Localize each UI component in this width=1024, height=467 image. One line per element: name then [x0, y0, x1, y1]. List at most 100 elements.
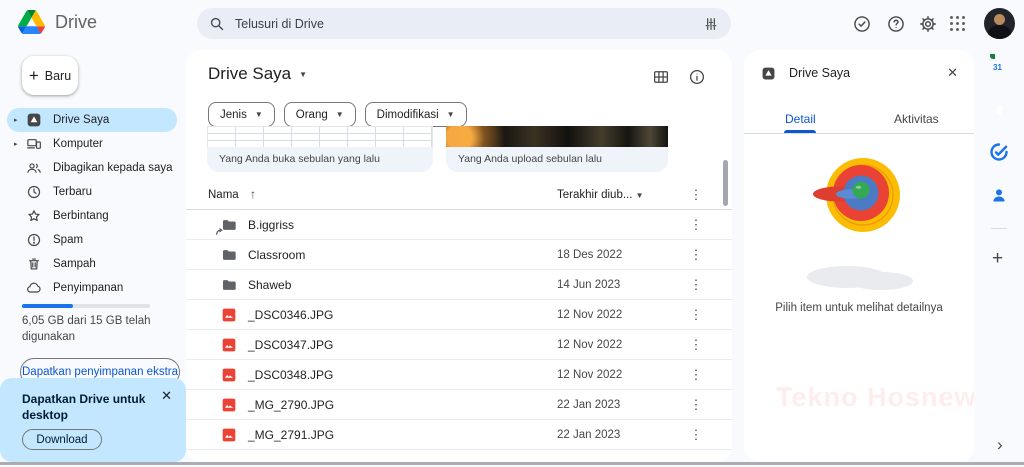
- chevron-down-icon: ▼: [336, 110, 344, 119]
- sidebar-item-komputer[interactable]: ▸ Komputer: [7, 132, 177, 156]
- settings-gear-icon[interactable]: [918, 14, 938, 34]
- divider: [991, 228, 1007, 229]
- chip-label: Dimodifikasi: [377, 109, 439, 121]
- sidebar-item-berbintang[interactable]: ▸ Berbintang: [7, 204, 177, 228]
- suggestion-card-opened[interactable]: Yang Anda buka sebulan yang lalu: [207, 126, 433, 172]
- file-name: _DSC0346.JPG: [248, 300, 333, 330]
- tab-detail[interactable]: Detail: [785, 112, 816, 126]
- more-options-icon[interactable]: ⋮: [689, 300, 703, 330]
- offline-status-icon[interactable]: [852, 14, 872, 34]
- sidebar-item-label: Spam: [53, 234, 83, 246]
- column-header-name[interactable]: Nama: [208, 180, 239, 210]
- storage-progress-fill: [22, 304, 73, 308]
- table-row[interactable]: _DSC0347.JPG 12 Nov 2022 ⋮: [186, 330, 732, 360]
- column-header-modified[interactable]: Terakhir diub... ▼: [557, 180, 644, 210]
- filter-chip-orang[interactable]: Orang ▼: [284, 102, 356, 127]
- image-file-icon: [221, 367, 237, 383]
- filter-chips: Jenis ▼ Orang ▼ Dimodifikasi ▼: [208, 102, 467, 127]
- more-options-icon[interactable]: ⋮: [689, 420, 703, 450]
- recent-clock-icon: [26, 184, 42, 200]
- sidebar-item-terbaru[interactable]: ▸ Terbaru: [7, 180, 177, 204]
- file-modified-date: 12 Nov 2022: [557, 300, 622, 330]
- chevron-down-icon: ▼: [255, 110, 263, 119]
- chevron-down-icon: ▼: [299, 70, 307, 79]
- close-icon[interactable]: ✕: [947, 65, 958, 81]
- sidebar-nav: ▸ Drive Saya ▸ Komputer ▸: [0, 108, 186, 300]
- filter-chip-jenis[interactable]: Jenis ▼: [208, 102, 275, 127]
- sidebar-item-sampah[interactable]: ▸ Sampah: [7, 252, 177, 276]
- account-avatar[interactable]: [984, 8, 1015, 39]
- sidebar-item-dibagikan[interactable]: ▸ Dibagikan kepada saya: [7, 156, 177, 180]
- search-bar[interactable]: [197, 8, 731, 39]
- empty-state-illustration: [811, 153, 907, 245]
- more-options-icon[interactable]: ⋮: [689, 330, 703, 360]
- table-row[interactable]: _MG_2790.JPG 22 Jan 2023 ⋮: [186, 390, 732, 420]
- file-modified-date: 22 Jan 2023: [557, 420, 620, 450]
- google-apps-icon[interactable]: [950, 16, 966, 32]
- download-button[interactable]: Download: [22, 429, 102, 450]
- more-options-icon[interactable]: ⋮: [689, 360, 703, 390]
- sidebar-item-drive-saya[interactable]: ▸ Drive Saya: [7, 108, 177, 132]
- drive-logo[interactable]: Drive: [18, 10, 97, 34]
- search-options-icon[interactable]: [703, 16, 719, 32]
- tasks-icon[interactable]: [990, 143, 1008, 161]
- file-name: _MG_2790.JPG: [248, 390, 334, 420]
- table-row[interactable]: _DSC0348.JPG 12 Nov 2022 ⋮: [186, 360, 732, 390]
- table-row[interactable]: _MG_2791.JPG 22 Jan 2023 ⋮: [186, 420, 732, 450]
- info-icon[interactable]: [688, 68, 706, 86]
- sidebar-item-label: Dibagikan kepada saya: [53, 162, 173, 174]
- image-file-icon: [221, 307, 237, 323]
- table-row[interactable]: Classroom 18 Des 2022 ⋮: [186, 240, 732, 270]
- add-addon-icon[interactable]: +: [992, 248, 1003, 270]
- page-title-text: Drive Saya: [208, 64, 291, 84]
- suggestion-card-uploaded[interactable]: Yang Anda upload sebulan lalu: [446, 126, 668, 172]
- search-icon: [209, 16, 225, 32]
- more-options-icon[interactable]: ⋮: [689, 390, 703, 420]
- scrollbar-thumb[interactable]: [723, 160, 728, 206]
- file-modified-date: 14 Jun 2023: [557, 270, 620, 300]
- page-title[interactable]: Drive Saya ▼: [208, 64, 307, 84]
- search-input[interactable]: [235, 17, 693, 31]
- file-modified-date: 18 Des 2022: [557, 240, 622, 270]
- promo-title: Dapatkan Drive untuk desktop: [22, 391, 146, 423]
- details-tabs: Detail Aktivitas: [744, 112, 974, 134]
- filter-chip-dimodifikasi[interactable]: Dimodifikasi ▼: [365, 102, 467, 127]
- expand-arrow-icon[interactable]: ▸: [14, 140, 26, 148]
- image-file-icon: [221, 397, 237, 413]
- google-drive-app: Drive: [0, 0, 1024, 467]
- more-options-icon[interactable]: ⋮: [689, 210, 703, 240]
- sort-ascending-icon[interactable]: ↑: [250, 180, 256, 210]
- shared-people-icon: [26, 160, 42, 176]
- sidebar-item-label: Drive Saya: [53, 114, 109, 126]
- expand-panel-chevron-icon[interactable]: ›: [997, 435, 1003, 455]
- avatar-suit: [988, 25, 1011, 39]
- expand-arrow-icon[interactable]: ▸: [14, 116, 26, 124]
- empty-state-text: Pilih item untuk melihat detailnya: [744, 302, 974, 314]
- more-options-icon[interactable]: ⋮: [689, 270, 703, 300]
- table-row[interactable]: Shaweb 14 Jun 2023 ⋮: [186, 270, 732, 300]
- suggestion-caption: Yang Anda buka sebulan yang lalu: [207, 147, 433, 172]
- grid-view-icon[interactable]: [652, 68, 670, 86]
- more-options-icon[interactable]: ⋮: [689, 180, 703, 210]
- help-icon[interactable]: [886, 14, 906, 34]
- table-row[interactable]: _DSC0346.JPG 12 Nov 2022 ⋮: [186, 300, 732, 330]
- new-button[interactable]: + Baru: [22, 56, 78, 95]
- sidebar-item-penyimpanan[interactable]: ▸ Penyimpanan: [7, 276, 177, 300]
- storage-usage-text: 6,05 GB dari 15 GB telah digunakan: [22, 313, 164, 345]
- contacts-icon[interactable]: [990, 186, 1008, 204]
- tab-aktivitas[interactable]: Aktivitas: [894, 112, 939, 126]
- folder-icon: [221, 247, 237, 263]
- chevron-down-icon: ▼: [447, 110, 455, 119]
- folder-icon: [221, 277, 237, 293]
- more-options-icon[interactable]: ⋮: [689, 240, 703, 270]
- window-bottom-edge: [0, 462, 1024, 465]
- plus-icon: +: [29, 67, 39, 84]
- file-browser-panel: Drive Saya ▼ Jenis ▼ Orang ▼ Dimodifikas…: [186, 50, 732, 462]
- sidebar-item-label: Terbaru: [53, 186, 92, 198]
- spreadsheet-thumbnail: [207, 126, 433, 147]
- drive-logo-icon: [18, 10, 45, 34]
- sidebar-item-spam[interactable]: ▸ Spam: [7, 228, 177, 252]
- close-icon[interactable]: ✕: [161, 388, 172, 404]
- table-row[interactable]: B.iggriss ⋮: [186, 210, 732, 240]
- new-button-label: Baru: [45, 69, 71, 83]
